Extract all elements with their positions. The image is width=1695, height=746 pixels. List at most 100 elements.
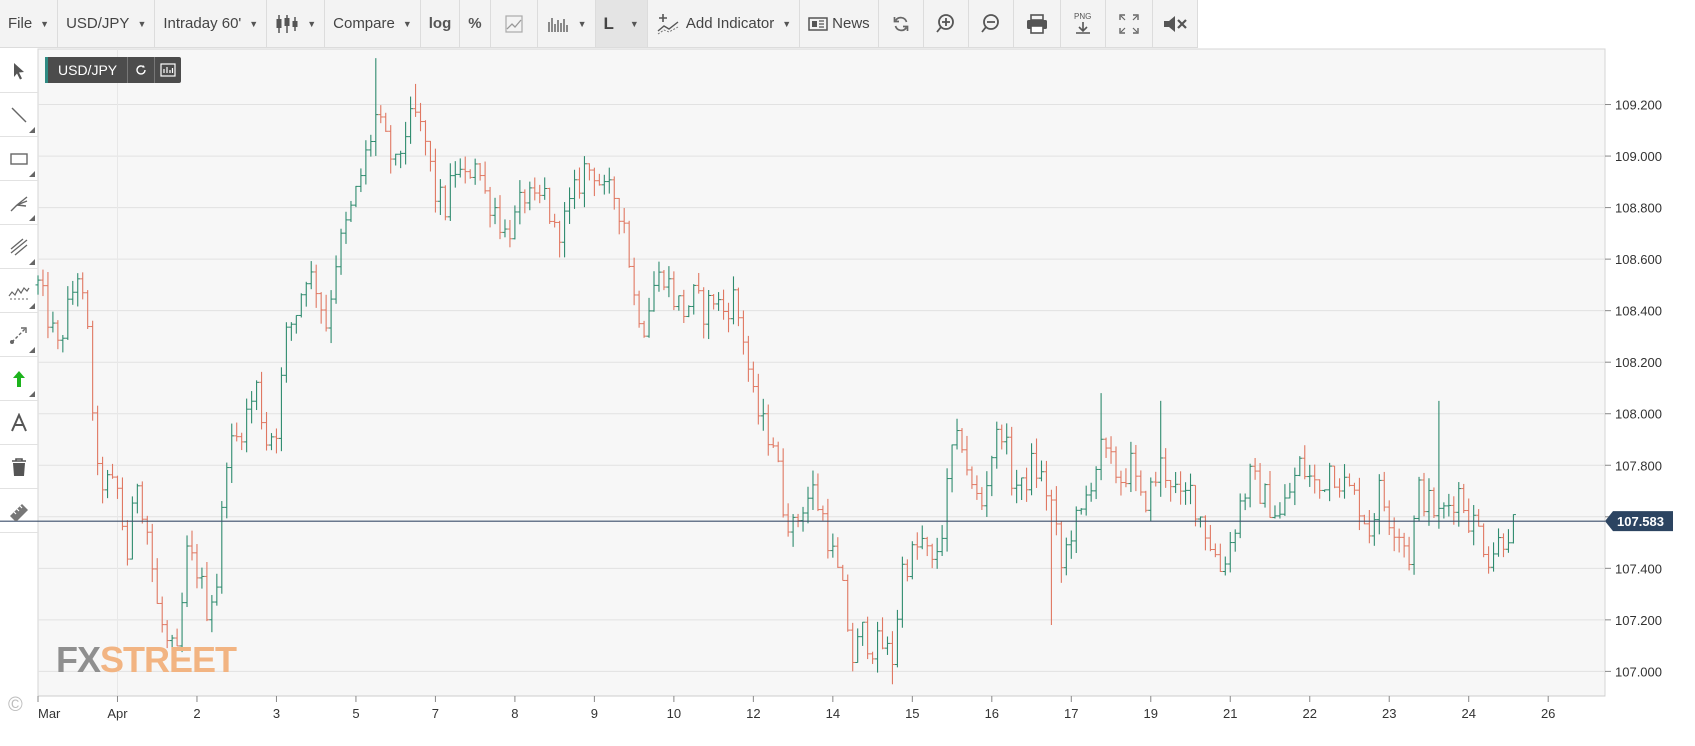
- print-button[interactable]: [1014, 0, 1061, 47]
- x-tick-label: 5: [352, 706, 359, 721]
- chevron-down-icon: ▼: [629, 18, 639, 29]
- x-tick-label: 2: [193, 706, 200, 721]
- x-tick-label: Mar: [38, 706, 61, 721]
- chevron-down-icon: ▼: [249, 18, 259, 29]
- png-download-label: PNG: [1074, 12, 1092, 21]
- x-tick-label: 19: [1144, 706, 1158, 721]
- chart-area[interactable]: FXSTREET 109.200109.000108.800108.600108…: [0, 0, 1695, 746]
- tool-menu-indicator: [29, 215, 35, 221]
- add-indicator-label: Add Indicator: [685, 15, 775, 32]
- y-tick-label: 107.200: [1615, 613, 1662, 628]
- volume-bars-icon: [547, 17, 568, 32]
- chart-style-select[interactable]: L ▼: [595, 0, 648, 47]
- plot-area[interactable]: [37, 48, 1606, 697]
- tool-menu-indicator: [29, 259, 35, 265]
- pattern-tool[interactable]: [0, 269, 38, 313]
- news-button[interactable]: News: [800, 0, 879, 47]
- news-label: News: [832, 15, 870, 32]
- x-tick-label: 12: [746, 706, 760, 721]
- printer-icon: [1026, 13, 1047, 34]
- ruler-tool[interactable]: [0, 489, 38, 533]
- x-tick-label: 3: [273, 706, 280, 721]
- parallel-channel-tool[interactable]: [0, 225, 38, 269]
- y-tick-label: 107.000: [1615, 664, 1662, 679]
- chart-type-select[interactable]: ▼: [267, 0, 326, 47]
- zoom-in-icon: [935, 13, 954, 33]
- log-scale-label: log: [428, 15, 452, 32]
- tool-menu-indicator: [29, 391, 35, 397]
- symbol-select[interactable]: USD/JPY ▼: [58, 0, 156, 47]
- x-tick-label: 16: [985, 706, 999, 721]
- refresh-button[interactable]: [879, 0, 924, 47]
- copyright-symbol: ©: [8, 694, 23, 716]
- x-tick-label: 14: [826, 706, 840, 721]
- log-scale-button[interactable]: log: [421, 0, 461, 47]
- cursor-arrow-icon: [14, 62, 24, 79]
- chevron-down-icon: ▼: [402, 18, 412, 29]
- x-tick-label: 17: [1064, 706, 1078, 721]
- symbol-badge: USD/JPY: [45, 57, 182, 83]
- percent-scale-button[interactable]: %: [460, 0, 491, 47]
- y-tick-label: 108.200: [1615, 355, 1662, 370]
- x-tick-label: 22: [1303, 706, 1317, 721]
- file-menu-button[interactable]: File ▼: [0, 0, 59, 47]
- symbol-settings-button[interactable]: [154, 57, 181, 83]
- refresh-icon: [893, 16, 909, 31]
- line-tool[interactable]: [0, 93, 38, 137]
- delete-drawings-tool[interactable]: [0, 445, 38, 489]
- percent-scale-label: %: [468, 15, 482, 32]
- x-tick-label: Apr: [107, 706, 128, 721]
- fullscreen-icon: [1118, 13, 1139, 34]
- refresh-icon: [136, 65, 146, 75]
- fullscreen-button[interactable]: [1106, 0, 1153, 47]
- arrow-marker-tool[interactable]: [0, 357, 38, 401]
- candlestick-icon: [276, 14, 298, 33]
- y-tick-label: 108.000: [1615, 407, 1662, 422]
- measure-tool[interactable]: [0, 313, 38, 357]
- download-icon: [1075, 22, 1090, 34]
- zoom-in-button[interactable]: [924, 0, 969, 47]
- trend-line-icon: [11, 107, 27, 122]
- rectangle-tool[interactable]: [0, 137, 38, 181]
- mute-button[interactable]: [1153, 0, 1198, 47]
- symbol-badge-label: USD/JPY: [45, 57, 127, 83]
- interval-select[interactable]: Intraday 60' ▼: [155, 0, 268, 47]
- pitchfork-icon: [10, 195, 28, 211]
- y-tick-label: 107.400: [1615, 561, 1662, 576]
- chart-style-label: L: [603, 13, 614, 33]
- chart-toolbar: File ▼ USD/JPY ▼ Intraday 60' ▼ ▼ Compare ▼ …: [0, 0, 1198, 48]
- zigzag-pattern-icon: [8, 286, 30, 299]
- add-indicator-button[interactable]: Add Indicator ▼: [648, 0, 801, 47]
- bars-settings-icon: [160, 63, 176, 77]
- y-tick-label: 108.600: [1615, 252, 1662, 267]
- newspaper-icon: [808, 16, 828, 31]
- area-chart-icon: [505, 14, 523, 33]
- x-tick-label: 24: [1461, 706, 1475, 721]
- ruler-icon: [10, 503, 28, 521]
- green-up-arrow-icon: [13, 370, 25, 387]
- zoom-out-button[interactable]: [969, 0, 1014, 47]
- fxstreet-watermark: FXSTREET: [56, 639, 238, 680]
- pitchfork-tool[interactable]: [0, 181, 38, 225]
- png-download-button[interactable]: PNG: [1061, 0, 1106, 47]
- x-tick-label: 15: [905, 706, 919, 721]
- y-tick-label: 109.200: [1615, 98, 1662, 113]
- chevron-down-icon: ▼: [782, 18, 792, 29]
- file-menu-label: File: [8, 15, 33, 32]
- x-tick-label: 9: [591, 706, 598, 721]
- text-tool[interactable]: [0, 401, 38, 445]
- x-tick-label: 23: [1382, 706, 1396, 721]
- chevron-down-icon: ▼: [40, 18, 50, 29]
- symbol-select-label: USD/JPY: [66, 15, 130, 32]
- pointer-tool[interactable]: [0, 49, 38, 93]
- chart-area-toggle[interactable]: [491, 0, 538, 47]
- volume-select[interactable]: ▼: [538, 0, 596, 47]
- svg-text:FXSTREET: FXSTREET: [56, 639, 237, 680]
- tool-menu-indicator: [29, 171, 35, 177]
- compare-button[interactable]: Compare ▼: [325, 0, 421, 47]
- y-tick-label: 109.000: [1615, 149, 1662, 164]
- interval-select-label: Intraday 60': [163, 15, 242, 32]
- chevron-down-icon: ▼: [137, 18, 147, 29]
- refresh-symbol-button[interactable]: [127, 57, 154, 83]
- trash-icon: [12, 457, 26, 476]
